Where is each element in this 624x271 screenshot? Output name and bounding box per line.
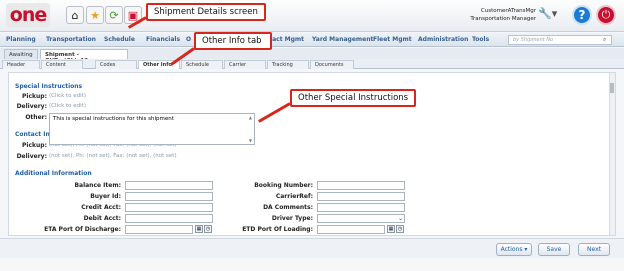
- user-name: CustomerATransMgr: [480, 8, 536, 14]
- tab-content[interactable]: Content: [41, 60, 83, 69]
- status-bar: [0, 259, 624, 271]
- balance-item-label: Balance Item:: [74, 182, 121, 189]
- carrier-ref-input[interactable]: [317, 192, 405, 201]
- etd-port-label: ETD Port Of Loading:: [242, 226, 313, 233]
- credit-acct-label: Credit Acct:: [81, 204, 121, 211]
- pickup-instructions[interactable]: (Click to edit): [49, 93, 86, 99]
- nav-item-tools[interactable]: Tools: [472, 36, 489, 43]
- scrollbar-thumb[interactable]: [610, 83, 614, 93]
- contact-delivery-value[interactable]: (not set), Ph: (not set), Fax: (not set)…: [49, 153, 177, 159]
- tab-header[interactable]: Header: [2, 60, 40, 69]
- calendar-icon[interactable]: ▦: [195, 225, 203, 233]
- tab-schedule[interactable]: Schedule: [181, 60, 223, 69]
- tab-shipment[interactable]: Shipment - GHTestShip13 ×: [40, 49, 128, 64]
- nav-item-financials[interactable]: Financials: [146, 36, 180, 43]
- app-window: one ⌂ ★ ⟳ ▣ CustomerATransMgr Transporta…: [0, 0, 624, 271]
- tab-documents[interactable]: Documents: [310, 60, 354, 69]
- user-info: CustomerATransMgr Transportation Manager: [470, 7, 536, 23]
- other-instructions-textarea[interactable]: This is special instructions for this sh…: [49, 113, 255, 145]
- save-button[interactable]: Save: [538, 243, 570, 256]
- app-logo: one: [6, 3, 50, 27]
- scroll-down-icon[interactable]: ▼: [249, 138, 252, 143]
- buyer-id-input[interactable]: [125, 192, 213, 201]
- credit-acct-input[interactable]: [125, 203, 213, 212]
- buyer-id-label: Buyer Id:: [90, 193, 121, 200]
- action-bar: Actions ▾ Save Next: [0, 238, 624, 258]
- search-input[interactable]: by Shipment No: [508, 35, 612, 45]
- debit-acct-input[interactable]: [125, 214, 213, 223]
- user-role: Transportation Manager: [470, 16, 536, 22]
- search-icon[interactable]: ⌕: [603, 36, 606, 44]
- carrier-ref-label: CarrierRef:: [275, 193, 313, 200]
- nav-item-administration[interactable]: Administration: [418, 36, 468, 43]
- pickup-label: Pickup:: [22, 93, 47, 100]
- window-tabs: Awaiting × Shipment - GHTestShip13 ×: [0, 48, 624, 64]
- eta-port-input[interactable]: [125, 225, 193, 234]
- top-header: one ⌂ ★ ⟳ ▣ CustomerATransMgr Transporta…: [0, 0, 624, 32]
- nav-item-transportation[interactable]: Transportation: [46, 36, 96, 43]
- delivery-label: Delivery:: [16, 103, 47, 110]
- chevron-down-icon: ⌄: [397, 215, 403, 222]
- additional-info-title: Additional Information: [15, 170, 92, 177]
- next-button[interactable]: Next: [578, 243, 610, 256]
- favorites-star-icon[interactable]: ★: [86, 6, 104, 24]
- other-instructions-text: This is special instructions for this sh…: [53, 116, 174, 122]
- balance-item-input[interactable]: [125, 181, 213, 190]
- nav-item-schedule[interactable]: Schedule: [104, 36, 135, 43]
- calendar-icon[interactable]: ▦: [387, 225, 395, 233]
- refresh-icon[interactable]: ⟳: [105, 6, 123, 24]
- settings-wrench-icon[interactable]: 🔧▾: [538, 7, 560, 23]
- da-comments-input[interactable]: [317, 203, 405, 212]
- special-instructions-title: Special Instructions: [15, 83, 83, 90]
- home-icon[interactable]: ⌂: [66, 6, 84, 24]
- callout-other-info-tab: Other Info tab: [194, 32, 272, 50]
- delivery-instructions[interactable]: (Click to edit): [49, 103, 86, 109]
- tab-carrier[interactable]: Carrier: [224, 60, 266, 69]
- vertical-scrollbar[interactable]: [609, 73, 615, 235]
- nav-item-planning[interactable]: Planning: [6, 36, 36, 43]
- driver-type-label: Driver Type:: [271, 215, 313, 222]
- clock-icon[interactable]: ◷: [396, 225, 404, 233]
- callout-other-special-instructions: Other Special Instructions: [290, 89, 416, 107]
- power-icon[interactable]: ⏻: [596, 5, 616, 25]
- sub-tabs: Header Content Codes Other Info Schedule…: [0, 59, 624, 69]
- contact-delivery-label: Delivery:: [16, 153, 47, 160]
- main-nav: Planning Transportation Schedule Financi…: [0, 33, 624, 47]
- eta-port-label: ETA Port Of Discharge:: [44, 226, 121, 233]
- nav-item-yard-management[interactable]: Yard Management: [312, 36, 373, 43]
- tab-codes[interactable]: Codes: [95, 60, 137, 69]
- tab-awaiting[interactable]: Awaiting ×: [4, 49, 38, 64]
- nav-item-fleet-mgmt[interactable]: Fleet Mgmt: [373, 36, 412, 43]
- nav-item-o[interactable]: O: [186, 36, 191, 43]
- contact-pickup-label: Pickup:: [22, 142, 47, 149]
- debit-acct-label: Debit Acct:: [83, 215, 121, 222]
- help-icon[interactable]: ?: [572, 5, 592, 25]
- tab-tracking[interactable]: Tracking: [267, 60, 309, 69]
- other-label: Other:: [25, 114, 47, 121]
- etd-port-input[interactable]: [317, 225, 385, 234]
- actions-button[interactable]: Actions ▾: [496, 243, 532, 256]
- booking-number-label: Booking Number:: [254, 182, 313, 189]
- scroll-up-icon[interactable]: ▲: [249, 115, 252, 120]
- da-comments-label: DA Comments:: [263, 204, 313, 211]
- booking-number-input[interactable]: [317, 181, 405, 190]
- callout-shipment-details: Shipment Details screen: [146, 3, 266, 21]
- driver-type-select[interactable]: ⌄: [317, 214, 405, 223]
